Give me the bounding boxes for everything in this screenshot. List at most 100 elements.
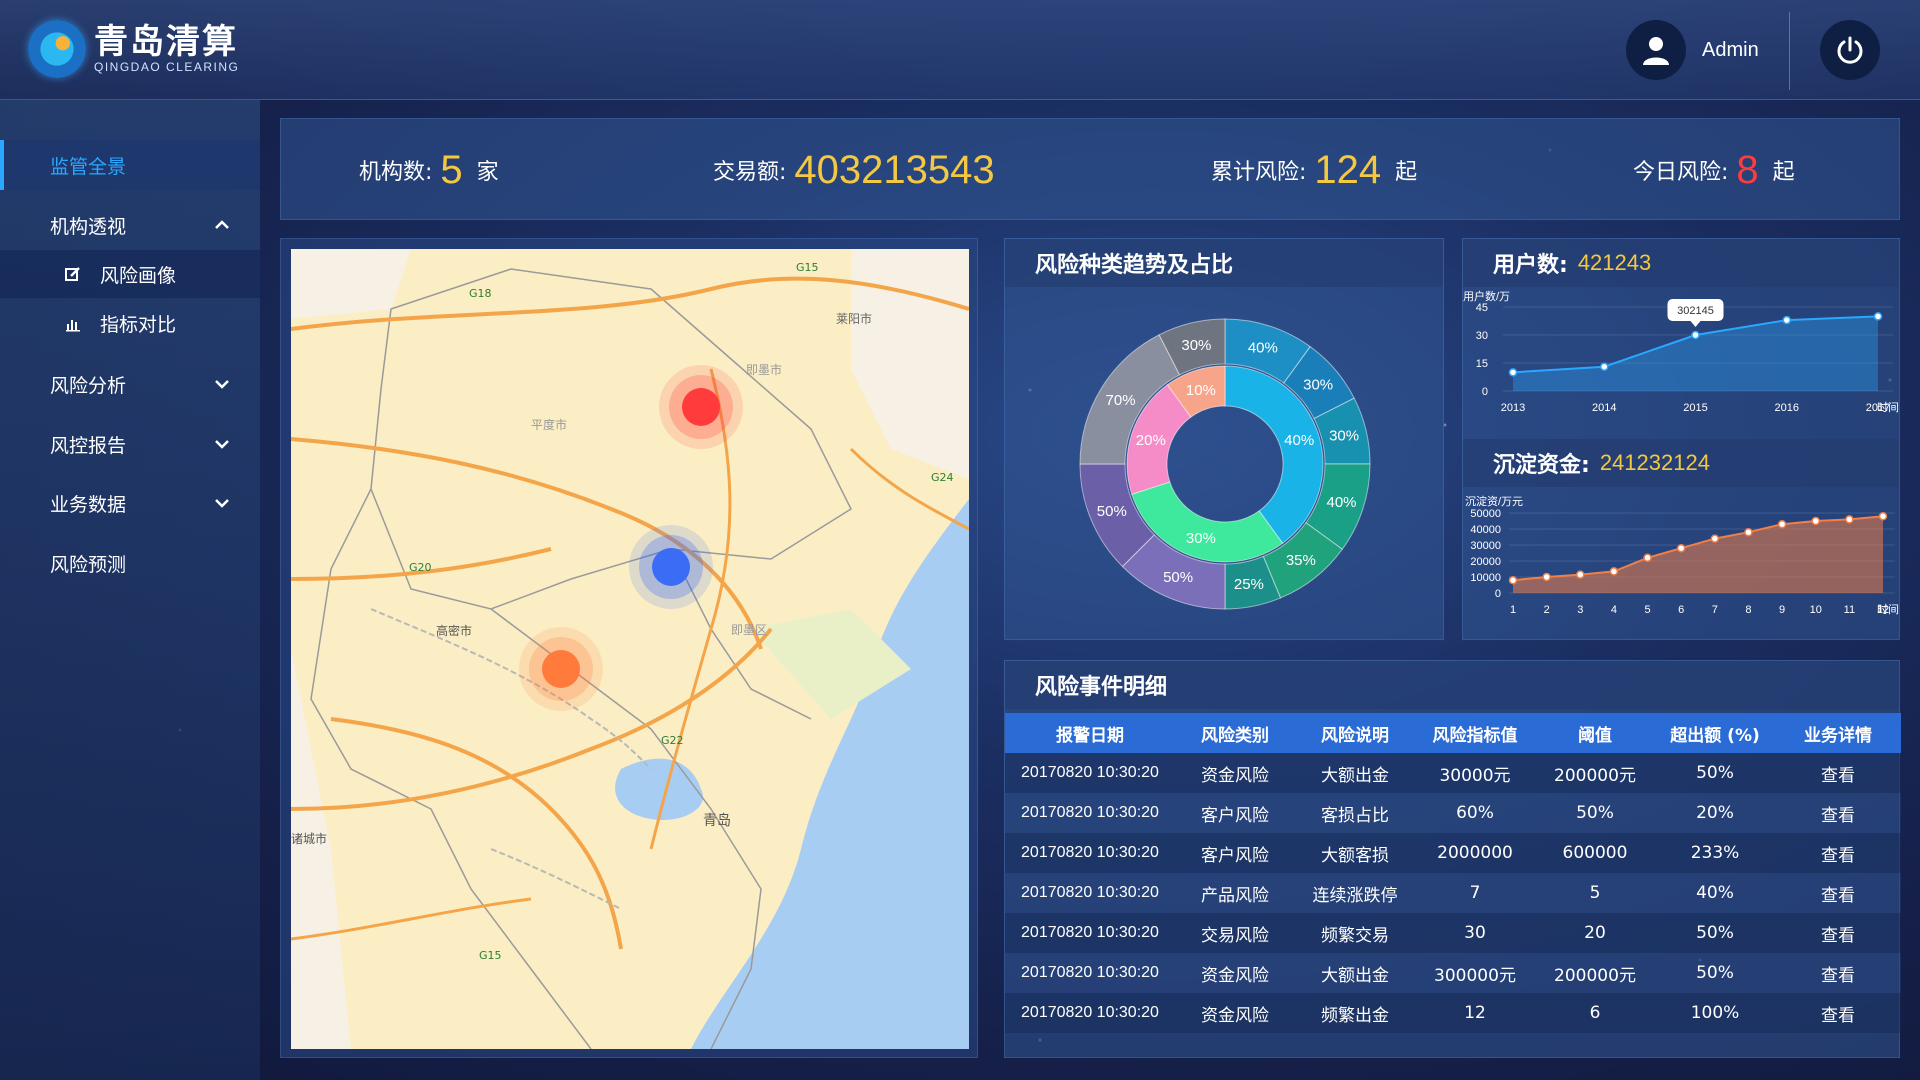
view-detail-link[interactable]: 查看 (1775, 833, 1901, 873)
cell-threshold: 200000元 (1535, 753, 1655, 793)
funds-point[interactable] (1878, 511, 1888, 521)
view-detail-link[interactable]: 查看 (1775, 873, 1901, 913)
column-header[interactable]: 风险类别 (1175, 713, 1295, 753)
cell-index-value: 2000000 (1415, 833, 1535, 873)
cell-category: 产品风险 (1175, 873, 1295, 913)
stat-unit: 起 (1395, 160, 1418, 185)
cell-excess: 40% (1655, 873, 1775, 913)
logout-button[interactable] (1820, 20, 1880, 80)
funds-area-chart[interactable]: 沉淀资/万元50000 40000 30000 20000 10000 01 2 3 4 5 6 7 8… (1463, 489, 1901, 641)
view-detail-link[interactable]: 查看 (1775, 793, 1901, 833)
table-row[interactable]: 20170820 10:30:20 产品风险 连续涨跌停 7 5 40% 查看 (1005, 873, 1901, 913)
column-header[interactable]: 超出额 (%) (1655, 713, 1775, 753)
column-header[interactable]: 风险指标值 (1415, 713, 1535, 753)
cell-excess: 233% (1655, 833, 1775, 873)
funds-point[interactable] (1744, 527, 1753, 537)
map-marker-red[interactable] (659, 365, 743, 449)
x-tick-label: 2015 (1683, 402, 1707, 414)
sidebar-item-risk-forecast[interactable]: 风险预测 (0, 538, 260, 588)
table-row[interactable]: 20170820 10:30:20 客户风险 客损占比 60% 50% 20% … (1005, 793, 1901, 833)
panel-title: 风险事件明细 (1005, 661, 1899, 709)
table-row[interactable]: 20170820 10:30:20 客户风险 大额客损 2000000 6000… (1005, 833, 1901, 873)
column-header[interactable]: 风险说明 (1295, 713, 1415, 753)
inner-ring-label: 10% (1186, 382, 1216, 399)
x-tick-label: 9 (1779, 604, 1785, 616)
x-tick-label: 4 (1611, 604, 1617, 616)
x-tick-label: 7 (1712, 604, 1718, 616)
table-row[interactable]: 20170820 10:30:20 资金风险 大额出金 300000元 2000… (1005, 953, 1901, 993)
user-menu[interactable]: Admin (1626, 20, 1759, 80)
svg-text:G24: G24 (931, 471, 954, 484)
users-value: 421243 (1577, 250, 1652, 275)
table-row[interactable]: 20170820 10:30:20 资金风险 大额出金 30000元 20000… (1005, 753, 1901, 793)
cell-description: 连续涨跌停 (1295, 873, 1415, 913)
x-tick-label: 6 (1678, 604, 1684, 616)
cell-description: 频繁交易 (1295, 913, 1415, 953)
risk-donut-chart[interactable]: 40% 30% 30% 40% 35% 25% 50% 50% 70% 30% 40% 30% 20% 1… (1005, 287, 1445, 641)
funds-point[interactable] (1676, 543, 1686, 553)
stat-value: 8 (1736, 147, 1759, 192)
chevron-down-icon (215, 440, 229, 449)
funds-point[interactable] (1845, 515, 1854, 524)
y-tick-label: 10000 (1470, 572, 1501, 584)
table-row[interactable]: 20170820 10:30:20 交易风险 频繁交易 30 20 50% 查看 (1005, 913, 1901, 953)
cell-description: 大额出金 (1295, 953, 1415, 993)
users-point[interactable] (1782, 315, 1791, 325)
funds-point[interactable] (1710, 534, 1720, 543)
sidebar-item-index-compare[interactable]: 指标对比 (0, 299, 260, 347)
funds-point[interactable] (1508, 575, 1518, 585)
stat-label: 累计风险: (1211, 160, 1307, 185)
stat-unit: 起 (1772, 160, 1795, 185)
risk-events-panel: 风险事件明细 报警日期 风险类别 风险说明 风险指标值 阈值 超出额 (%) 业… (1004, 660, 1901, 1058)
sidebar-item-institution[interactable]: 机构透视 (0, 200, 260, 250)
users-point[interactable] (1600, 362, 1609, 371)
column-header[interactable]: 阈值 (1535, 713, 1655, 753)
users-point[interactable] (1873, 312, 1883, 321)
top-header: 青岛清算 QINGDAO CLEARING Admin (0, 0, 1920, 100)
cell-threshold: 600000 (1535, 833, 1655, 873)
funds-point[interactable] (1777, 519, 1787, 529)
users-point[interactable] (1508, 368, 1518, 377)
funds-point[interactable] (1811, 516, 1820, 526)
sidebar-item-risk-profile[interactable]: 风险画像 (0, 250, 260, 298)
stat-today-risk: 今日风险: 8 起 (1633, 119, 1795, 221)
sidebar-item-risk-analysis[interactable]: 风险分析 (0, 359, 260, 409)
stat-org-count: 机构数: 5 家 (359, 119, 499, 221)
funds-point[interactable] (1643, 553, 1652, 563)
svg-text:莱阳市: 莱阳市 (836, 311, 872, 326)
logo[interactable]: 青岛清算 QINGDAO CLEARING (28, 20, 239, 78)
sidebar-item-overview[interactable]: 监管全景 (0, 140, 260, 190)
column-header[interactable]: 业务详情 (1775, 713, 1901, 753)
funds-title: 沉淀资金: 241232124 (1463, 439, 1899, 487)
user-avatar-icon[interactable] (1626, 20, 1686, 80)
map-marker-blue[interactable] (629, 525, 713, 609)
funds-point[interactable] (1542, 572, 1551, 582)
funds-label: 沉淀资金: (1493, 453, 1590, 478)
y-tick-label: 30 (1476, 330, 1488, 342)
funds-point[interactable] (1609, 567, 1619, 576)
user-name[interactable]: Admin (1702, 39, 1759, 62)
users-point[interactable] (1691, 330, 1700, 340)
users-line-chart[interactable]: 用户数/万45301502013 2014 2015 2016 2017时间302145 (1463, 289, 1901, 439)
tooltip-label: 302145 (1677, 305, 1714, 317)
cell-threshold: 50% (1535, 793, 1655, 833)
view-detail-link[interactable]: 查看 (1775, 913, 1901, 953)
svg-text:青岛: 青岛 (703, 813, 731, 829)
funds-point[interactable] (1576, 570, 1585, 579)
column-header[interactable]: 报警日期 (1005, 713, 1175, 753)
outer-ring-label: 25% (1234, 576, 1264, 593)
x-tick-label: 1 (1510, 604, 1516, 616)
sidebar-item-risk-report[interactable]: 风控报告 (0, 419, 260, 469)
stat-unit: 家 (476, 160, 499, 185)
view-detail-link[interactable]: 查看 (1775, 753, 1901, 793)
map-marker-orange[interactable] (519, 627, 603, 711)
y-tick-label: 50000 (1470, 508, 1501, 520)
view-detail-link[interactable]: 查看 (1775, 993, 1901, 1033)
view-detail-link[interactable]: 查看 (1775, 953, 1901, 993)
region-map[interactable]: G18 G15 莱阳市 即墨市 平度市 G20 G22 G24 高密市 胶州 青… (291, 249, 969, 1049)
cell-category: 资金风险 (1175, 753, 1295, 793)
outer-ring-label: 30% (1303, 376, 1333, 393)
y-tick-label: 0 (1482, 386, 1488, 398)
sidebar-item-business-data[interactable]: 业务数据 (0, 478, 260, 528)
table-row[interactable]: 20170820 10:30:20 资金风险 频繁出金 12 6 100% 查看 (1005, 993, 1901, 1033)
